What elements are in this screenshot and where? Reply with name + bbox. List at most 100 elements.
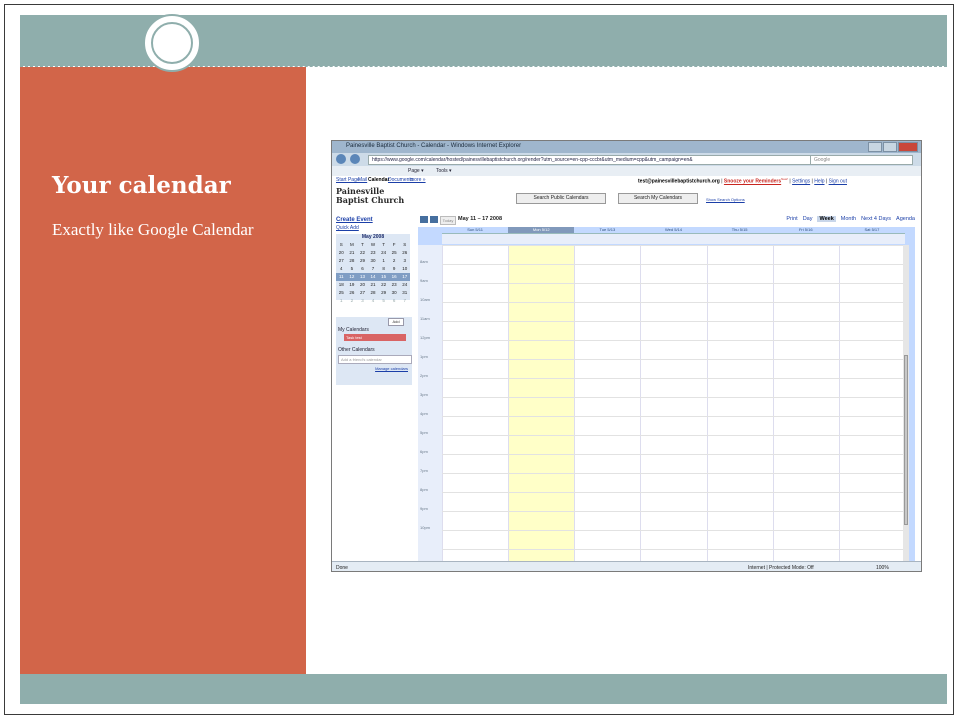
- address-row: https://www.google.com/calendar/hosted/p…: [332, 153, 921, 166]
- mini-calendar-day[interactable]: 28: [347, 257, 358, 265]
- calendar-screenshot: Painesville Baptist Church - Calendar - …: [331, 140, 922, 572]
- tools-menu[interactable]: Tools ▾: [436, 168, 452, 174]
- mini-calendar-day[interactable]: 7: [368, 265, 379, 273]
- link-mail[interactable]: Mail: [358, 177, 367, 183]
- minimize-icon[interactable]: [868, 142, 882, 152]
- forward-icon[interactable]: [350, 154, 360, 164]
- close-icon[interactable]: [898, 142, 918, 152]
- mini-calendar-day[interactable]: 4: [368, 297, 379, 305]
- back-icon[interactable]: [336, 154, 346, 164]
- mini-calendar-day[interactable]: 20: [357, 281, 368, 289]
- weekday: T: [361, 242, 364, 247]
- mini-calendar-day[interactable]: 24: [399, 281, 410, 289]
- add-friend-calendar-input[interactable]: Add a friend's calendar: [338, 355, 412, 364]
- scrollbar-thumb[interactable]: [904, 355, 908, 525]
- mini-calendar-day[interactable]: 14: [368, 273, 379, 281]
- mini-calendar-day[interactable]: 16: [389, 273, 400, 281]
- mini-calendar-day[interactable]: 22: [378, 281, 389, 289]
- date-range: May 11 – 17 2008: [458, 216, 503, 222]
- other-calendars-heading: Other Calendars: [338, 347, 375, 353]
- tab-week[interactable]: Week: [817, 216, 836, 222]
- quick-add-link[interactable]: Quick Add: [336, 225, 359, 231]
- time-label: 4pm: [420, 411, 428, 416]
- mini-calendar-day[interactable]: 26: [347, 289, 358, 297]
- mini-calendar-day[interactable]: 5: [378, 297, 389, 305]
- my-calendar-item[interactable]: Task test: [344, 334, 406, 341]
- tab-month[interactable]: Month: [841, 216, 856, 222]
- settings-link[interactable]: Settings: [792, 179, 810, 185]
- mini-calendar-day[interactable]: 21: [368, 281, 379, 289]
- mini-calendar-day[interactable]: 28: [368, 289, 379, 297]
- mini-calendar-day[interactable]: 30: [368, 257, 379, 265]
- mini-calendar-day[interactable]: 3: [399, 257, 410, 265]
- maximize-icon[interactable]: [883, 142, 897, 152]
- zoom-level[interactable]: 100%: [876, 565, 889, 571]
- mini-calendar-day[interactable]: 9: [389, 265, 400, 273]
- hour-lines: [442, 245, 905, 561]
- mini-calendar-day[interactable]: 10: [399, 265, 410, 273]
- church-logo: Painesville Baptist Church: [336, 187, 404, 205]
- mini-calendar-day[interactable]: 13: [357, 273, 368, 281]
- tab-next-4-days[interactable]: Next 4 Days: [861, 216, 891, 222]
- mini-calendar-day[interactable]: 27: [336, 257, 347, 265]
- address-bar[interactable]: https://www.google.com/calendar/hosted/p…: [368, 155, 813, 165]
- mini-calendar-week: 18 19 20 21 22 23 24: [336, 281, 410, 289]
- prev-week-icon[interactable]: [420, 216, 428, 223]
- mini-calendar-day[interactable]: 29: [378, 289, 389, 297]
- all-day-row[interactable]: [442, 233, 905, 244]
- window-buttons: [868, 142, 918, 152]
- mini-calendar-day[interactable]: 4: [336, 265, 347, 273]
- page-menu[interactable]: Page ▾: [408, 168, 424, 174]
- mini-calendar-day[interactable]: 26: [399, 249, 410, 257]
- link-more[interactable]: more »: [410, 177, 426, 183]
- add-calendar-button[interactable]: Add: [388, 318, 404, 326]
- mini-calendar-day[interactable]: 7: [399, 297, 410, 305]
- mini-calendar-day[interactable]: 1: [336, 297, 347, 305]
- mini-calendar-day[interactable]: 1: [378, 257, 389, 265]
- mini-calendar-day[interactable]: 30: [389, 289, 400, 297]
- mini-calendar-day[interactable]: 18: [336, 281, 347, 289]
- mini-calendar-day[interactable]: 25: [336, 289, 347, 297]
- sign-out-link[interactable]: Sign out: [829, 179, 847, 185]
- search-public-calendars-button[interactable]: Search Public Calendars: [516, 193, 606, 204]
- mini-calendar-day[interactable]: 23: [368, 249, 379, 257]
- next-week-icon[interactable]: [430, 216, 438, 223]
- mini-calendar-day[interactable]: 8: [378, 265, 389, 273]
- search-my-calendars-button[interactable]: Search My Calendars: [618, 193, 698, 204]
- mini-calendar-day[interactable]: 22: [357, 249, 368, 257]
- mini-calendar-day[interactable]: 31: [399, 289, 410, 297]
- mini-calendar-day[interactable]: 15: [378, 273, 389, 281]
- today-button[interactable]: Today: [440, 216, 456, 225]
- mini-calendar-day[interactable]: 17: [399, 273, 410, 281]
- browser-search-input[interactable]: Google: [810, 155, 913, 165]
- mini-calendar-day[interactable]: 20: [336, 249, 347, 257]
- mini-calendar-day[interactable]: 29: [357, 257, 368, 265]
- print-link[interactable]: Print: [786, 216, 797, 222]
- link-start-page[interactable]: Start Page: [336, 177, 360, 183]
- tab-day[interactable]: Day: [803, 216, 813, 222]
- browser-statusbar: Done Internet | Protected Mode: Off 100%: [332, 561, 921, 571]
- mini-calendar-day[interactable]: 6: [389, 297, 400, 305]
- mini-calendar-day[interactable]: 23: [389, 281, 400, 289]
- grid-scrollbar[interactable]: [903, 245, 909, 561]
- create-event-link[interactable]: Create Event: [336, 217, 373, 223]
- snooze-link[interactable]: Snooze your Reminders: [724, 179, 781, 185]
- mini-calendar-day[interactable]: 11: [336, 273, 347, 281]
- mini-calendar-day[interactable]: 19: [347, 281, 358, 289]
- mini-calendar-day[interactable]: 24: [378, 249, 389, 257]
- mini-calendar-week: 27 28 29 30 1 2 3: [336, 257, 410, 265]
- mini-calendar-day[interactable]: 2: [389, 257, 400, 265]
- mini-calendar-day[interactable]: 21: [347, 249, 358, 257]
- mini-calendar-day[interactable]: 2: [347, 297, 358, 305]
- manage-calendars-link[interactable]: Manage calendars: [375, 366, 408, 371]
- mini-calendar-day[interactable]: 27: [357, 289, 368, 297]
- mini-calendar-day[interactable]: 6: [357, 265, 368, 273]
- mini-calendar-day[interactable]: 12: [347, 273, 358, 281]
- link-calendar[interactable]: Calendar: [368, 177, 389, 183]
- show-search-options-link[interactable]: Show Search Options: [706, 197, 745, 202]
- mini-calendar-day[interactable]: 25: [389, 249, 400, 257]
- mini-calendar-day[interactable]: 3: [357, 297, 368, 305]
- help-link[interactable]: Help: [814, 179, 824, 185]
- mini-calendar-day[interactable]: 5: [347, 265, 358, 273]
- tab-agenda[interactable]: Agenda: [896, 216, 915, 222]
